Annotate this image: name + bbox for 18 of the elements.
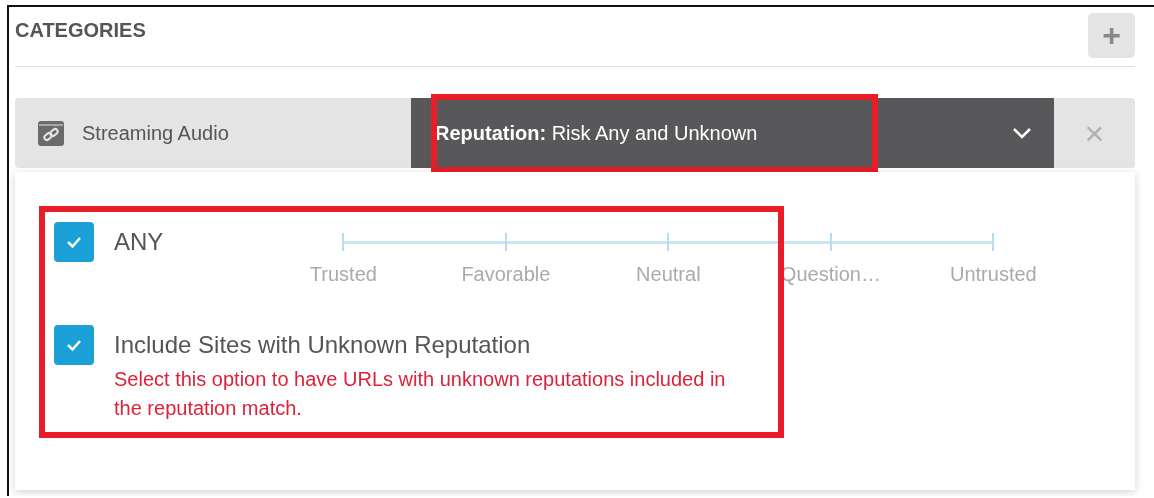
chevron-down-icon (1012, 127, 1032, 139)
category-name: Streaming Audio (82, 121, 230, 145)
checkbox[interactable] (54, 325, 94, 365)
add-button[interactable]: + (1088, 13, 1135, 58)
scale-label: Question… (780, 263, 881, 286)
option-label: Include Sites with Unknown Reputation (114, 330, 532, 360)
scale-label: Neutral (636, 263, 701, 286)
scale-label: Favorable (461, 263, 551, 286)
option-note: Select this option to have URLs with unknown reputations included in the reputation match. (114, 367, 727, 421)
option-label: ANY (114, 227, 164, 257)
reputation-dropdown[interactable]: Reputation: Risk Any and Unknown (411, 98, 1054, 168)
reputation-slider[interactable] (343, 233, 994, 251)
link-icon (37, 119, 65, 147)
close-button[interactable]: × (1054, 113, 1135, 153)
section-title: CATEGORIES (15, 19, 146, 42)
scale-label: Untrusted (950, 263, 1037, 286)
checkbox[interactable] (54, 222, 94, 262)
scale-label: Trusted (309, 263, 377, 286)
